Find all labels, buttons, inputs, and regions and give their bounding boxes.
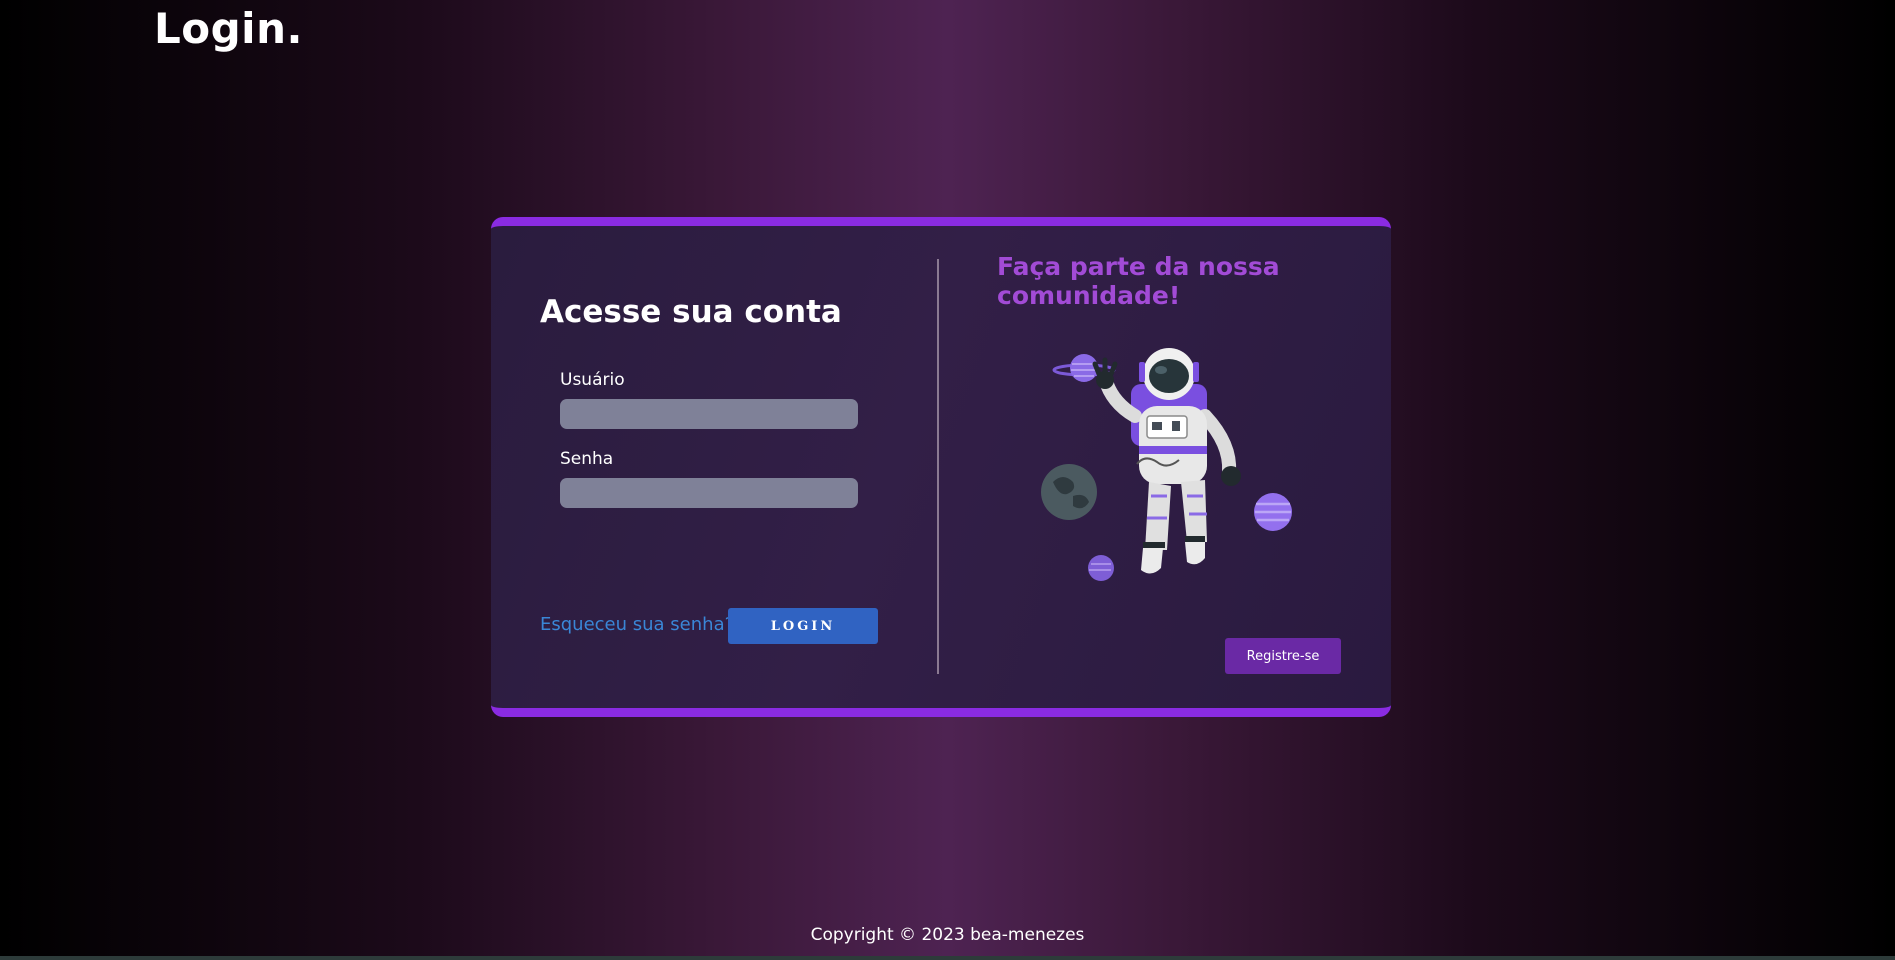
striped-planet-icon <box>1254 493 1292 531</box>
forgot-password-link[interactable]: Esqueceu sua senha? <box>540 614 734 635</box>
password-label: Senha <box>560 449 614 469</box>
footer-copyright: Copyright © 2023 bea-menezes <box>810 925 1085 945</box>
register-button[interactable]: Registre-se <box>1225 638 1341 674</box>
earth-planet-icon <box>1041 464 1097 520</box>
astronaut-illustration <box>1041 348 1292 581</box>
username-input[interactable] <box>560 399 858 429</box>
login-card: Acesse sua conta Usuário Senha Esqueceu … <box>491 217 1391 717</box>
login-heading: Acesse sua conta <box>540 294 842 330</box>
login-button[interactable]: LOGIN <box>728 608 878 644</box>
username-label: Usuário <box>560 370 625 390</box>
page-title: Login. <box>154 4 303 53</box>
password-input[interactable] <box>560 478 858 508</box>
register-panel: Faça parte da nossa comunidade! Registre… <box>939 226 1391 708</box>
small-planet-icon <box>1088 555 1114 581</box>
login-panel: Acesse sua conta Usuário Senha Esqueceu … <box>491 226 937 708</box>
astronaut-figure <box>1092 348 1241 574</box>
promo-heading: Faça parte da nossa comunidade! <box>997 252 1280 310</box>
bottom-bar <box>0 956 1895 960</box>
